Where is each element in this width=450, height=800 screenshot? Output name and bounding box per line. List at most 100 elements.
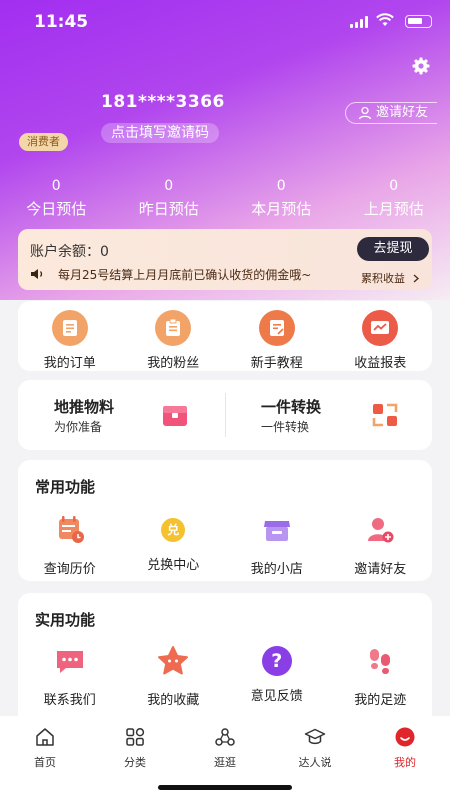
fans-icon (155, 310, 192, 346)
price-history-icon (58, 516, 84, 543)
menu-my-fans[interactable]: 我的粉丝 (122, 310, 226, 371)
box-icon (163, 406, 187, 426)
exchange-icon: 兑 (155, 512, 191, 548)
quick-menu: 我的订单 我的粉丝 新手教程 收益报表 (18, 310, 432, 371)
function-price-history[interactable]: 查询历价 (18, 512, 122, 577)
function-label: 意见反馈 (250, 689, 303, 704)
menu-label: 收益报表 (354, 356, 407, 371)
function-my-footprint[interactable]: 我的足迹 (329, 643, 433, 708)
practical-functions-card: 实用功能 联系我们 我的收藏 ? 意见反馈 我的足迹 (18, 593, 432, 733)
menu-label: 新手教程 (250, 356, 303, 371)
stat-value: 0 (389, 178, 399, 194)
stat-today[interactable]: 0 今日预估 (0, 176, 113, 219)
tab-label: 我的 (394, 756, 416, 769)
balance-text: 账户余额：0 (30, 241, 109, 261)
stat-last-month[interactable]: 0 上月预估 (338, 176, 450, 219)
function-label: 我的收藏 (147, 693, 200, 708)
battery-icon (405, 15, 432, 28)
tab-label: 分类 (124, 756, 146, 769)
exchange-icon-text: 兑 (161, 518, 186, 542)
common-functions-grid: 查询历价 兑 兑换中心 我的小店 邀请好友 (18, 512, 432, 577)
stat-value: 0 (164, 178, 174, 194)
order-icon (51, 310, 88, 346)
promo-card: 地推物料 为你准备 一件转换 一件转换 (18, 380, 432, 450)
role-badge: 消费者 (19, 133, 68, 151)
stat-value: 0 (51, 178, 61, 194)
menu-my-orders[interactable]: 我的订单 (18, 310, 122, 371)
tab-profile[interactable]: 我的 (360, 726, 450, 770)
stat-yesterday[interactable]: 0 昨日预估 (113, 176, 226, 219)
promo-title: 地推物料 (54, 398, 115, 416)
question-icon: ? (259, 643, 295, 679)
function-invite-friends[interactable]: 邀请好友 (329, 512, 433, 577)
chevron-right-icon (413, 274, 419, 283)
menu-earnings-report[interactable]: 收益报表 (329, 310, 433, 371)
wifi-icon (376, 13, 394, 26)
common-functions-card: 常用功能 查询历价 兑 兑换中心 我的小店 邀请好友 (18, 460, 432, 581)
function-label: 邀请好友 (354, 562, 407, 577)
stat-value: 0 (276, 178, 286, 194)
tab-home[interactable]: 首页 (0, 726, 90, 770)
category-icon (126, 728, 145, 746)
user-icon (358, 106, 372, 120)
star-icon (158, 646, 189, 675)
tab-expert-talk[interactable]: 达人说 (270, 726, 360, 770)
invite-code-button[interactable]: 点击填写邀请码 (101, 123, 219, 143)
tab-label: 首页 (34, 756, 56, 769)
function-my-favorites[interactable]: 我的收藏 (122, 643, 226, 708)
settings-gear-icon[interactable] (411, 56, 431, 76)
signal-icon (350, 16, 368, 28)
tab-category[interactable]: 分类 (90, 726, 180, 770)
home-indicator[interactable] (158, 785, 292, 790)
section-title: 实用功能 (35, 611, 96, 629)
invite-friends-label: 邀请好友 (376, 105, 429, 120)
cumulative-earnings-label: 累积收益 (361, 272, 405, 285)
cumulative-earnings-link[interactable]: 累积收益 (361, 270, 420, 286)
promo-title: 一件转换 (261, 398, 322, 416)
footprint-icon (370, 649, 391, 674)
withdraw-button[interactable]: 去提现 (357, 237, 429, 261)
stat-label: 上月预估 (363, 200, 424, 218)
tab-browse[interactable]: 逛逛 (180, 726, 270, 770)
stat-this-month[interactable]: 0 本月预估 (225, 176, 338, 219)
question-icon-text: ? (261, 646, 292, 676)
stat-label: 本月预估 (251, 200, 312, 218)
promo-subtitle: 一件转换 (261, 420, 310, 434)
menu-label: 我的订单 (43, 356, 96, 371)
status-bar: 11:45 (0, 0, 450, 44)
function-feedback[interactable]: ? 意见反馈 (225, 643, 329, 708)
profile-icon (395, 727, 415, 747)
convert-icon (372, 403, 398, 427)
quick-menu-card: 我的订单 我的粉丝 新手教程 收益报表 (18, 301, 432, 371)
tab-label: 逛逛 (214, 756, 236, 769)
promo-convert[interactable]: 一件转换 一件转换 (225, 380, 432, 450)
balance-label: 账户余额： (30, 244, 100, 260)
tab-label: 达人说 (298, 756, 332, 769)
graduation-icon (304, 728, 326, 745)
function-exchange-center[interactable]: 兑 兑换中心 (122, 512, 226, 577)
function-label: 我的足迹 (354, 693, 407, 708)
function-contact-us[interactable]: 联系我们 (18, 643, 122, 708)
earnings-stats: 0 今日预估 0 昨日预估 0 本月预估 0 上月预估 (0, 176, 450, 219)
balance-card: 账户余额：0 去提现 每月25号结算上月月底前已确认收货的佣金哦~ 累积收益 (18, 229, 432, 290)
speaker-icon (31, 269, 43, 279)
tutorial-icon (258, 310, 295, 346)
function-label: 查询历价 (43, 562, 96, 577)
stat-label: 今日预估 (26, 200, 87, 218)
promo-subtitle: 为你准备 (54, 420, 103, 434)
section-title: 常用功能 (35, 478, 96, 496)
balance-amount: 0 (100, 244, 109, 260)
home-icon (36, 728, 54, 746)
stat-label: 昨日预估 (138, 200, 199, 218)
chat-icon (56, 651, 83, 673)
invite-friends-button[interactable]: 邀请好友 (345, 102, 437, 124)
function-label: 兑换中心 (147, 558, 200, 573)
promo-materials[interactable]: 地推物料 为你准备 (18, 380, 225, 450)
add-user-icon (368, 518, 394, 543)
settlement-notice: 每月25号结算上月月底前已确认收货的佣金哦~ (58, 268, 312, 282)
function-my-shop[interactable]: 我的小店 (225, 512, 329, 577)
browse-icon (215, 728, 235, 746)
function-label: 我的小店 (250, 562, 303, 577)
user-phone: 181****3366 (101, 92, 225, 112)
menu-tutorial[interactable]: 新手教程 (225, 310, 329, 371)
